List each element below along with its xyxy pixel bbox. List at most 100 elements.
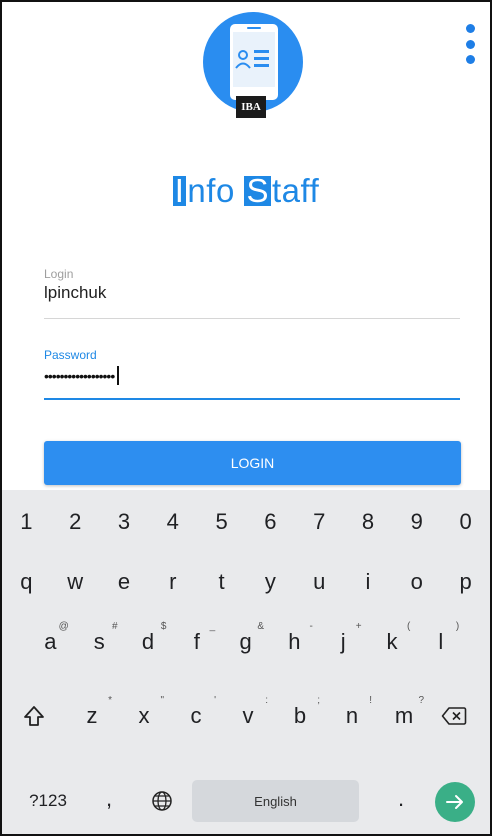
key-9[interactable]: 9 [392,496,441,548]
password-value: •••••••••••••••••• [44,368,115,384]
title-letter-s: S [244,172,271,209]
key-q[interactable]: q [2,556,51,608]
key-hint: @ [58,621,69,632]
key-label: c [190,703,202,728]
key-label: 0 [459,509,472,534]
key-g[interactable]: g & [221,616,270,668]
key-2[interactable]: 2 [51,496,100,548]
logo-badge-text: IBA [241,101,261,113]
key-label: k [386,629,398,654]
key-label: y [264,569,276,594]
keyboard-number-row: 1 2 3 4 5 6 7 8 9 0 [2,496,490,552]
key-hint: $ [160,621,167,632]
key-v[interactable]: v: [222,690,274,742]
key-label: a [44,629,57,654]
key-label: p [459,569,472,594]
key-hint: + [355,621,362,632]
login-input[interactable]: lpinchuk [44,283,460,303]
backspace-key-icon[interactable] [430,690,478,742]
title-letter-i: I [172,172,187,209]
key-m[interactable]: m? [378,690,430,742]
key-u[interactable]: u [295,556,344,608]
key-label: j [340,629,346,654]
key-3[interactable]: 3 [100,496,149,548]
key-label: q [20,569,33,594]
key-x[interactable]: x " [118,690,170,742]
key-label: 7 [313,509,326,534]
key-a[interactable]: a @ [26,616,75,668]
key-label: h [288,629,301,654]
enter-key-icon[interactable] [435,782,475,822]
key-label: 4 [166,509,179,534]
key-hint: * [108,695,112,706]
key-y[interactable]: y [246,556,295,608]
key-8[interactable]: 8 [344,496,393,548]
period-key[interactable]: . [386,776,416,822]
key-k[interactable]: k( [368,616,417,668]
app-title: Info Staff [2,172,490,210]
key-s[interactable]: s # [75,616,124,668]
key-i[interactable]: i [344,556,393,608]
login-button[interactable]: LOGIN [44,441,461,485]
key-label: 8 [361,509,375,534]
key-r[interactable]: r [148,556,197,608]
key-hint: ) [455,621,460,632]
key-j[interactable]: j + [319,616,368,668]
password-label: Password [44,348,97,362]
space-bar[interactable]: English [192,780,359,822]
key-label: 3 [117,509,131,534]
title-word-info: nfo [187,172,235,209]
app-logo: IBA [203,12,304,120]
key-label: 1 [20,509,33,534]
key-b[interactable]: b; [274,690,326,742]
title-word-staff: taff [271,172,320,209]
key-c[interactable]: c ' [170,690,222,742]
key-label: e [117,569,131,594]
keyboard-row-3: z * x " c ' v: b; n! m? [2,690,490,746]
key-label: 2 [69,509,82,534]
password-input[interactable]: •••••••••••••••••• [44,366,460,385]
globe-icon[interactable] [142,780,182,822]
key-h[interactable]: h- [270,616,319,668]
key-w[interactable]: w [51,556,100,608]
key-0[interactable]: 0 [441,496,490,548]
key-label: 5 [215,509,228,534]
shift-key-icon[interactable] [12,690,56,742]
key-label: w [67,569,84,594]
key-hint: ; [317,695,320,706]
key-d[interactable]: d $ [124,616,173,668]
key-hint: # [112,621,118,632]
key-hint: " [160,695,164,706]
key-e[interactable]: e [100,556,149,608]
key-f[interactable]: f _ [172,616,221,668]
symbols-key[interactable]: ?123 [18,780,78,822]
key-o[interactable]: o [392,556,441,608]
login-field[interactable]: Login lpinchuk [44,267,460,319]
app-frame: IBA Info Staff Login lpinchuk Password •… [0,0,492,836]
key-p[interactable]: p [441,556,490,608]
key-6[interactable]: 6 [246,496,295,548]
key-hint: ( [407,621,411,632]
key-n[interactable]: n! [326,690,378,742]
comma-key[interactable]: , [94,776,124,822]
key-z[interactable]: z * [66,690,118,742]
key-hint: - [309,621,313,632]
key-label: t [218,569,225,594]
key-label: u [313,569,326,594]
key-hint: ? [418,695,424,706]
key-label: x [138,703,150,728]
key-label: b [293,703,307,728]
login-label: Login [44,267,74,281]
key-5[interactable]: 5 [197,496,246,548]
key-1[interactable]: 1 [2,496,51,548]
onscreen-keyboard: 1234567890 qwertyuiop a @ s # d $ f _ g & h - j + k(l)… [2,490,490,834]
password-field[interactable]: Password •••••••••••••••••• [44,348,460,400]
key-l[interactable]: l) [416,616,465,668]
key-7[interactable]: 7 [295,496,344,548]
key-t[interactable]: t [197,556,246,608]
key-label: z [86,703,98,728]
overflow-menu-icon[interactable] [464,24,476,64]
key-label: 9 [410,509,423,534]
key-4[interactable]: 4 [148,496,197,548]
key-hint: _ [209,621,216,632]
